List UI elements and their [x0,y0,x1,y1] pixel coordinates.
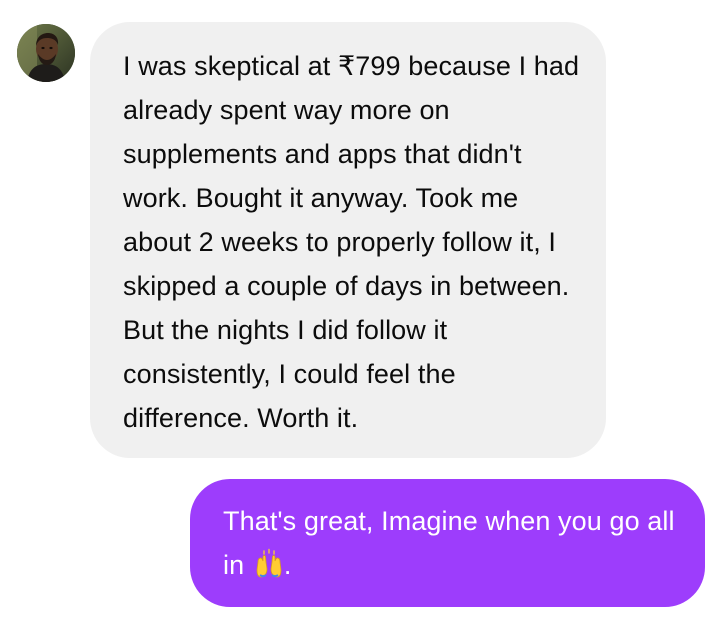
raising-hands-icon [254,547,284,591]
sent-message-trailing: . [283,550,292,580]
avatar-photo [17,24,75,82]
received-message-text: I was skeptical at ₹799 because I had al… [123,51,580,433]
sent-message-bubble[interactable]: That's great, Imagine when you go all in… [190,479,705,607]
avatar[interactable] [17,24,75,82]
received-message-bubble[interactable]: I was skeptical at ₹799 because I had al… [90,22,606,458]
